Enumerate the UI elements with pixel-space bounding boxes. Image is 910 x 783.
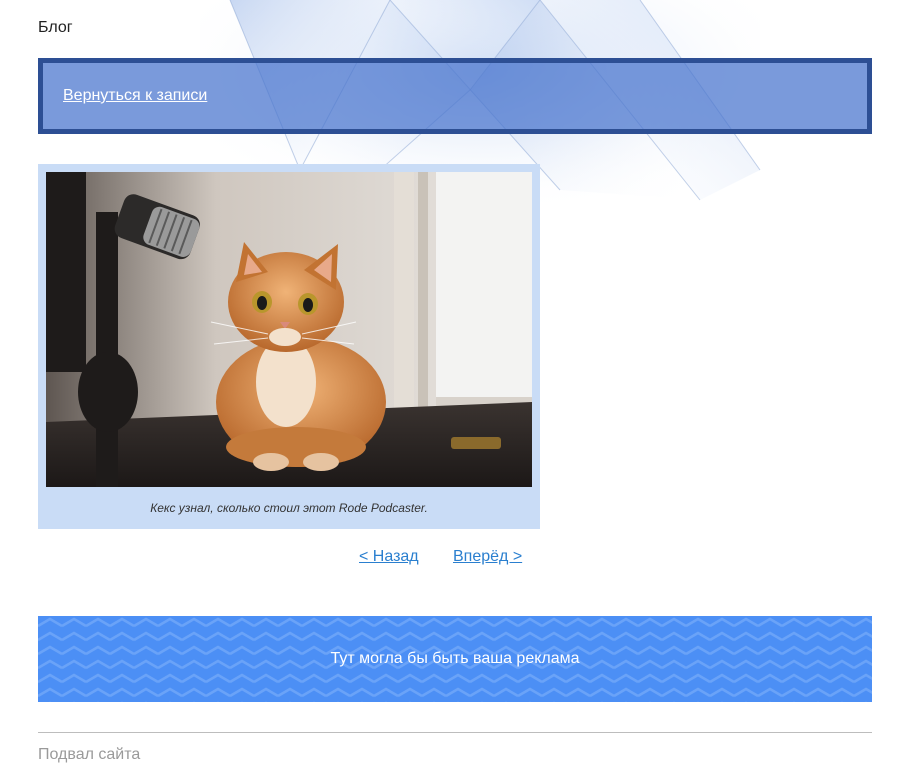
footer-divider (38, 732, 872, 733)
site-footer: Подвал сайта (38, 746, 141, 763)
page: Блог Вернуться к записи Кекс узнал, скол… (0, 0, 910, 783)
photo-caption: Кекс узнал, сколько стоил этот Rode Podc… (150, 501, 428, 515)
cat-photo-illustration (46, 172, 532, 487)
back-bar: Вернуться к записи (38, 58, 872, 134)
cat-photo (46, 172, 532, 487)
next-link[interactable]: Вперёд > (453, 548, 522, 566)
post-figure: Кекс узнал, сколько стоил этот Rode Podc… (38, 164, 540, 529)
ad-banner[interactable]: Тут могла бы быть ваша реклама (38, 616, 872, 702)
previous-link[interactable]: < Назад (359, 548, 419, 566)
back-to-post-link[interactable]: Вернуться к записи (63, 87, 207, 105)
site-title: Блог (38, 19, 73, 36)
ad-text: Тут могла бы быть ваша реклама (330, 650, 580, 667)
